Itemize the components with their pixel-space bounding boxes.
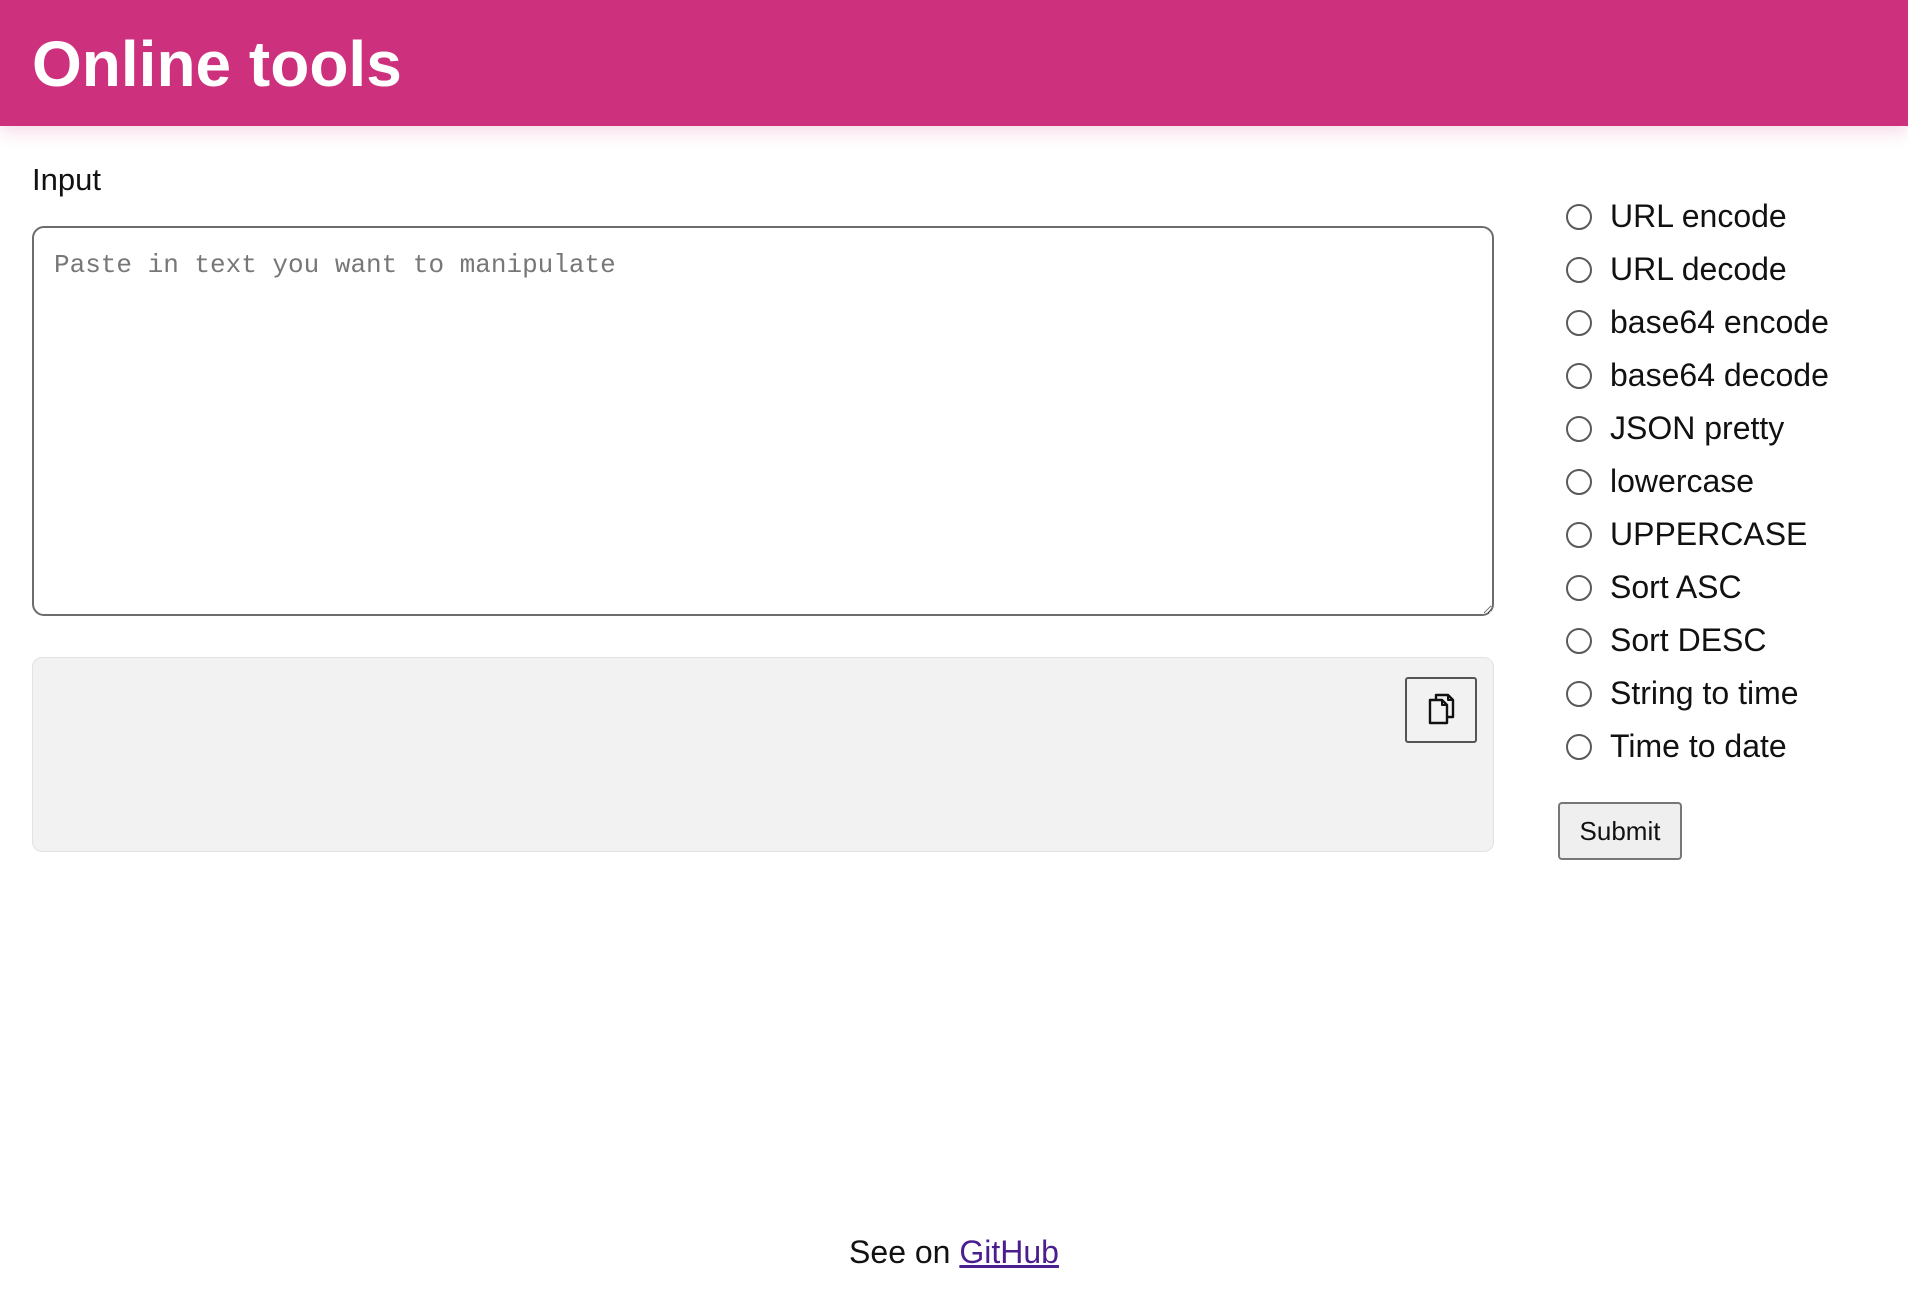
radio-lowercase[interactable] (1566, 468, 1592, 495)
app-header: Online tools (0, 0, 1908, 126)
output-panel (32, 657, 1494, 852)
option-lowercase[interactable]: lowercase (1566, 455, 1886, 508)
option-label: Time to date (1610, 728, 1787, 764)
option-label: Sort DESC (1610, 622, 1767, 658)
option-uppercase[interactable]: UPPERCASE (1566, 508, 1886, 561)
github-link[interactable]: GitHub (959, 1234, 1059, 1270)
option-label: JSON pretty (1610, 410, 1785, 446)
radio-uppercase[interactable] (1566, 521, 1592, 548)
footer: See on GitHub (0, 1234, 1908, 1271)
radio-url-encode[interactable] (1566, 203, 1592, 230)
option-label: URL decode (1610, 251, 1787, 287)
option-label: String to time (1610, 675, 1799, 711)
option-label: base64 encode (1610, 304, 1829, 340)
option-string-to-time[interactable]: String to time (1566, 667, 1886, 720)
option-sort-desc[interactable]: Sort DESC (1566, 614, 1886, 667)
option-base64-encode[interactable]: base64 encode (1566, 296, 1886, 349)
footer-prefix: See on (849, 1234, 960, 1270)
radio-string-to-time[interactable] (1566, 680, 1592, 707)
radio-json-pretty[interactable] (1566, 415, 1592, 442)
page-title: Online tools (32, 28, 402, 100)
option-label: base64 decode (1610, 357, 1829, 393)
copy-icon (1426, 692, 1456, 729)
option-label: lowercase (1610, 463, 1755, 499)
radio-url-decode[interactable] (1566, 256, 1592, 283)
radio-sort-asc[interactable] (1566, 574, 1592, 601)
radio-base64-encode[interactable] (1566, 309, 1592, 336)
option-label: Sort ASC (1610, 569, 1742, 605)
option-sort-asc[interactable]: Sort ASC (1566, 561, 1886, 614)
option-base64-decode[interactable]: base64 decode (1566, 349, 1886, 402)
submit-button[interactable]: Submit (1558, 802, 1682, 860)
option-label: UPPERCASE (1610, 516, 1808, 552)
option-time-to-date[interactable]: Time to date (1566, 720, 1886, 773)
input-textarea[interactable] (32, 226, 1494, 616)
radio-base64-decode[interactable] (1566, 362, 1592, 389)
option-json-pretty[interactable]: JSON pretty (1566, 402, 1886, 455)
copy-button[interactable] (1405, 677, 1477, 743)
operation-options: URL encode URL decode base64 encode base… (1566, 190, 1886, 773)
radio-sort-desc[interactable] (1566, 627, 1592, 654)
option-label: URL encode (1610, 198, 1787, 234)
option-url-decode[interactable]: URL decode (1566, 243, 1886, 296)
input-label: Input (32, 162, 101, 197)
option-url-encode[interactable]: URL encode (1566, 190, 1886, 243)
radio-time-to-date[interactable] (1566, 733, 1592, 760)
